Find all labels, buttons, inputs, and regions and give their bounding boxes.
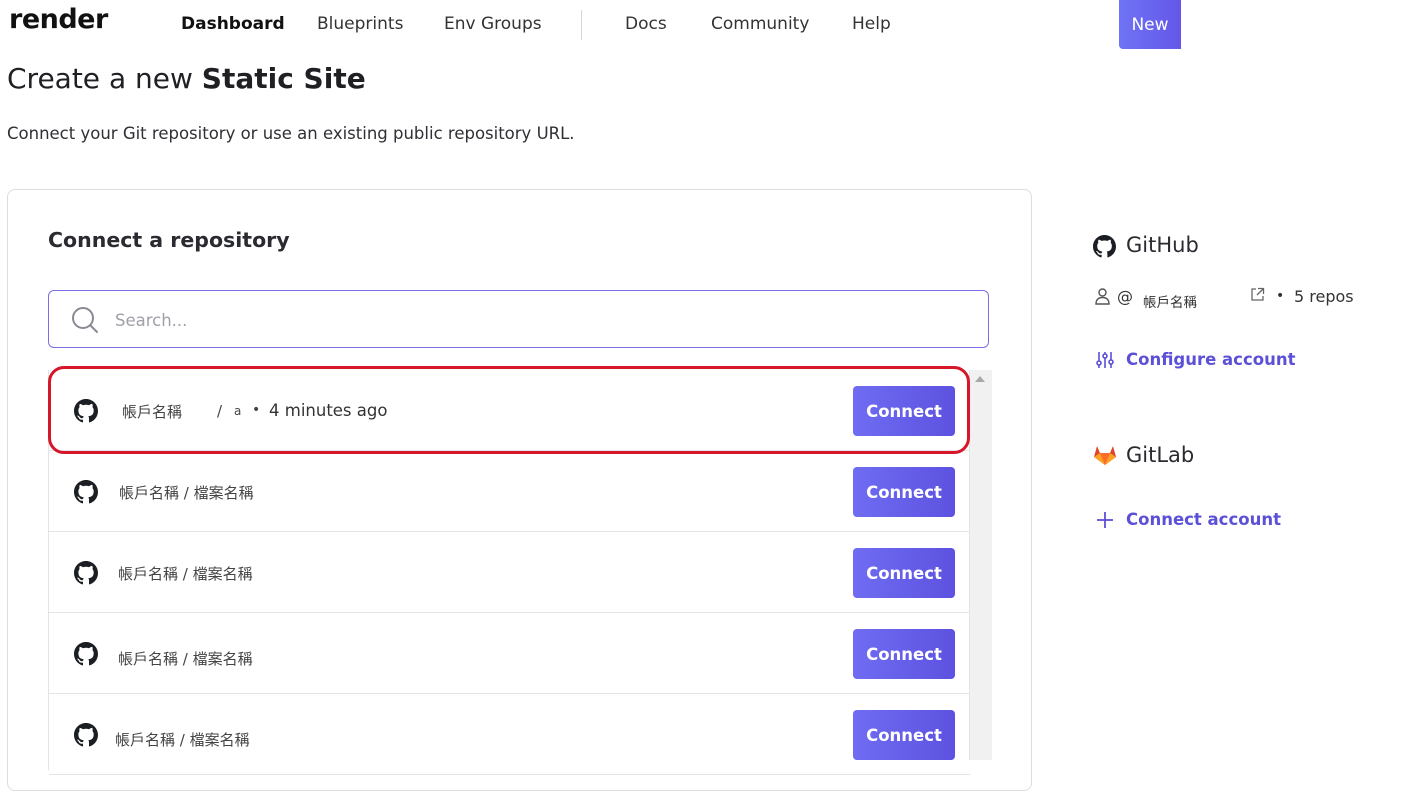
repo-full-name: 帳戶名稱 / 檔案名稱 — [118, 565, 253, 583]
repo-updated-time: 4 minutes ago — [269, 401, 388, 420]
connect-button[interactable]: Connect — [853, 629, 955, 679]
search-icon — [71, 306, 99, 338]
configure-account-link[interactable]: Configure account — [1126, 350, 1295, 369]
page-subtitle: Connect your Git repository or use an ex… — [7, 124, 575, 143]
repo-row: 帳戶名稱 / a • 4 minutes ago Connect — [49, 370, 970, 451]
render-logo[interactable]: render — [9, 4, 108, 35]
connect-button[interactable]: Connect — [853, 467, 955, 517]
repo-search-box — [48, 290, 989, 348]
repo-name: a — [234, 404, 242, 418]
nav-env-groups[interactable]: Env Groups — [444, 14, 542, 34]
gitlab-title: GitLab — [1126, 443, 1195, 467]
repo-list: 帳戶名稱 / a • 4 minutes ago Connect 帳戶名稱 / … — [48, 370, 970, 775]
repo-full-name: 帳戶名稱 / 檔案名稱 — [119, 484, 254, 502]
repo-account-name: 帳戶名稱 — [122, 403, 183, 421]
nav-community[interactable]: Community — [711, 14, 809, 34]
connect-button[interactable]: Connect — [853, 710, 955, 760]
repo-row: 帳戶名稱 / 檔案名稱 Connect — [49, 613, 970, 694]
nav-help[interactable]: Help — [852, 14, 891, 34]
card-title: Connect a repository — [48, 228, 290, 252]
repo-row: 帳戶名稱 / 檔案名稱 Connect — [49, 451, 970, 532]
user-icon — [1095, 288, 1110, 309]
repo-dot: • — [252, 402, 261, 418]
connect-gitlab-account-link[interactable]: Connect account — [1126, 510, 1281, 529]
page-title-prefix: Create a new — [7, 62, 193, 95]
page-title-type: Static Site — [201, 62, 366, 95]
github-icon — [74, 723, 98, 751]
connect-button[interactable]: Connect — [853, 386, 955, 436]
repo-row: 帳戶名稱 / 檔案名稱 Connect — [49, 532, 970, 613]
github-at-symbol: @ — [1117, 287, 1133, 306]
repo-separator: / — [217, 402, 223, 420]
repo-full-name: 帳戶名稱 / 檔案名稱 — [118, 650, 253, 668]
repo-search-input[interactable] — [113, 305, 967, 335]
github-meta-dot: • — [1276, 288, 1285, 304]
github-icon — [74, 399, 98, 427]
nav-divider — [581, 10, 582, 40]
repo-list-scrollbar[interactable] — [969, 370, 992, 760]
github-icon — [74, 642, 98, 670]
github-repo-count: 5 repos — [1294, 287, 1354, 306]
github-icon — [1093, 235, 1116, 262]
github-icon — [74, 561, 98, 589]
sliders-icon[interactable] — [1096, 351, 1114, 373]
scroll-up-arrow-icon[interactable] — [975, 376, 985, 382]
nav-docs[interactable]: Docs — [625, 14, 667, 34]
external-link-icon[interactable] — [1250, 287, 1265, 306]
page-title: Create a new Static Site — [7, 62, 366, 95]
plus-icon[interactable] — [1096, 511, 1114, 533]
github-account-name: 帳戶名稱 — [1143, 295, 1197, 311]
github-title: GitHub — [1126, 233, 1199, 257]
nav-dashboard[interactable]: Dashboard — [181, 14, 285, 34]
repo-full-name: 帳戶名稱 / 檔案名稱 — [115, 731, 250, 749]
new-button[interactable]: New — [1119, 0, 1181, 49]
gitlab-icon — [1093, 444, 1117, 470]
github-icon — [74, 480, 98, 508]
repo-row: 帳戶名稱 / 檔案名稱 Connect — [49, 694, 970, 775]
nav-blueprints[interactable]: Blueprints — [317, 14, 403, 34]
connect-button[interactable]: Connect — [853, 548, 955, 598]
